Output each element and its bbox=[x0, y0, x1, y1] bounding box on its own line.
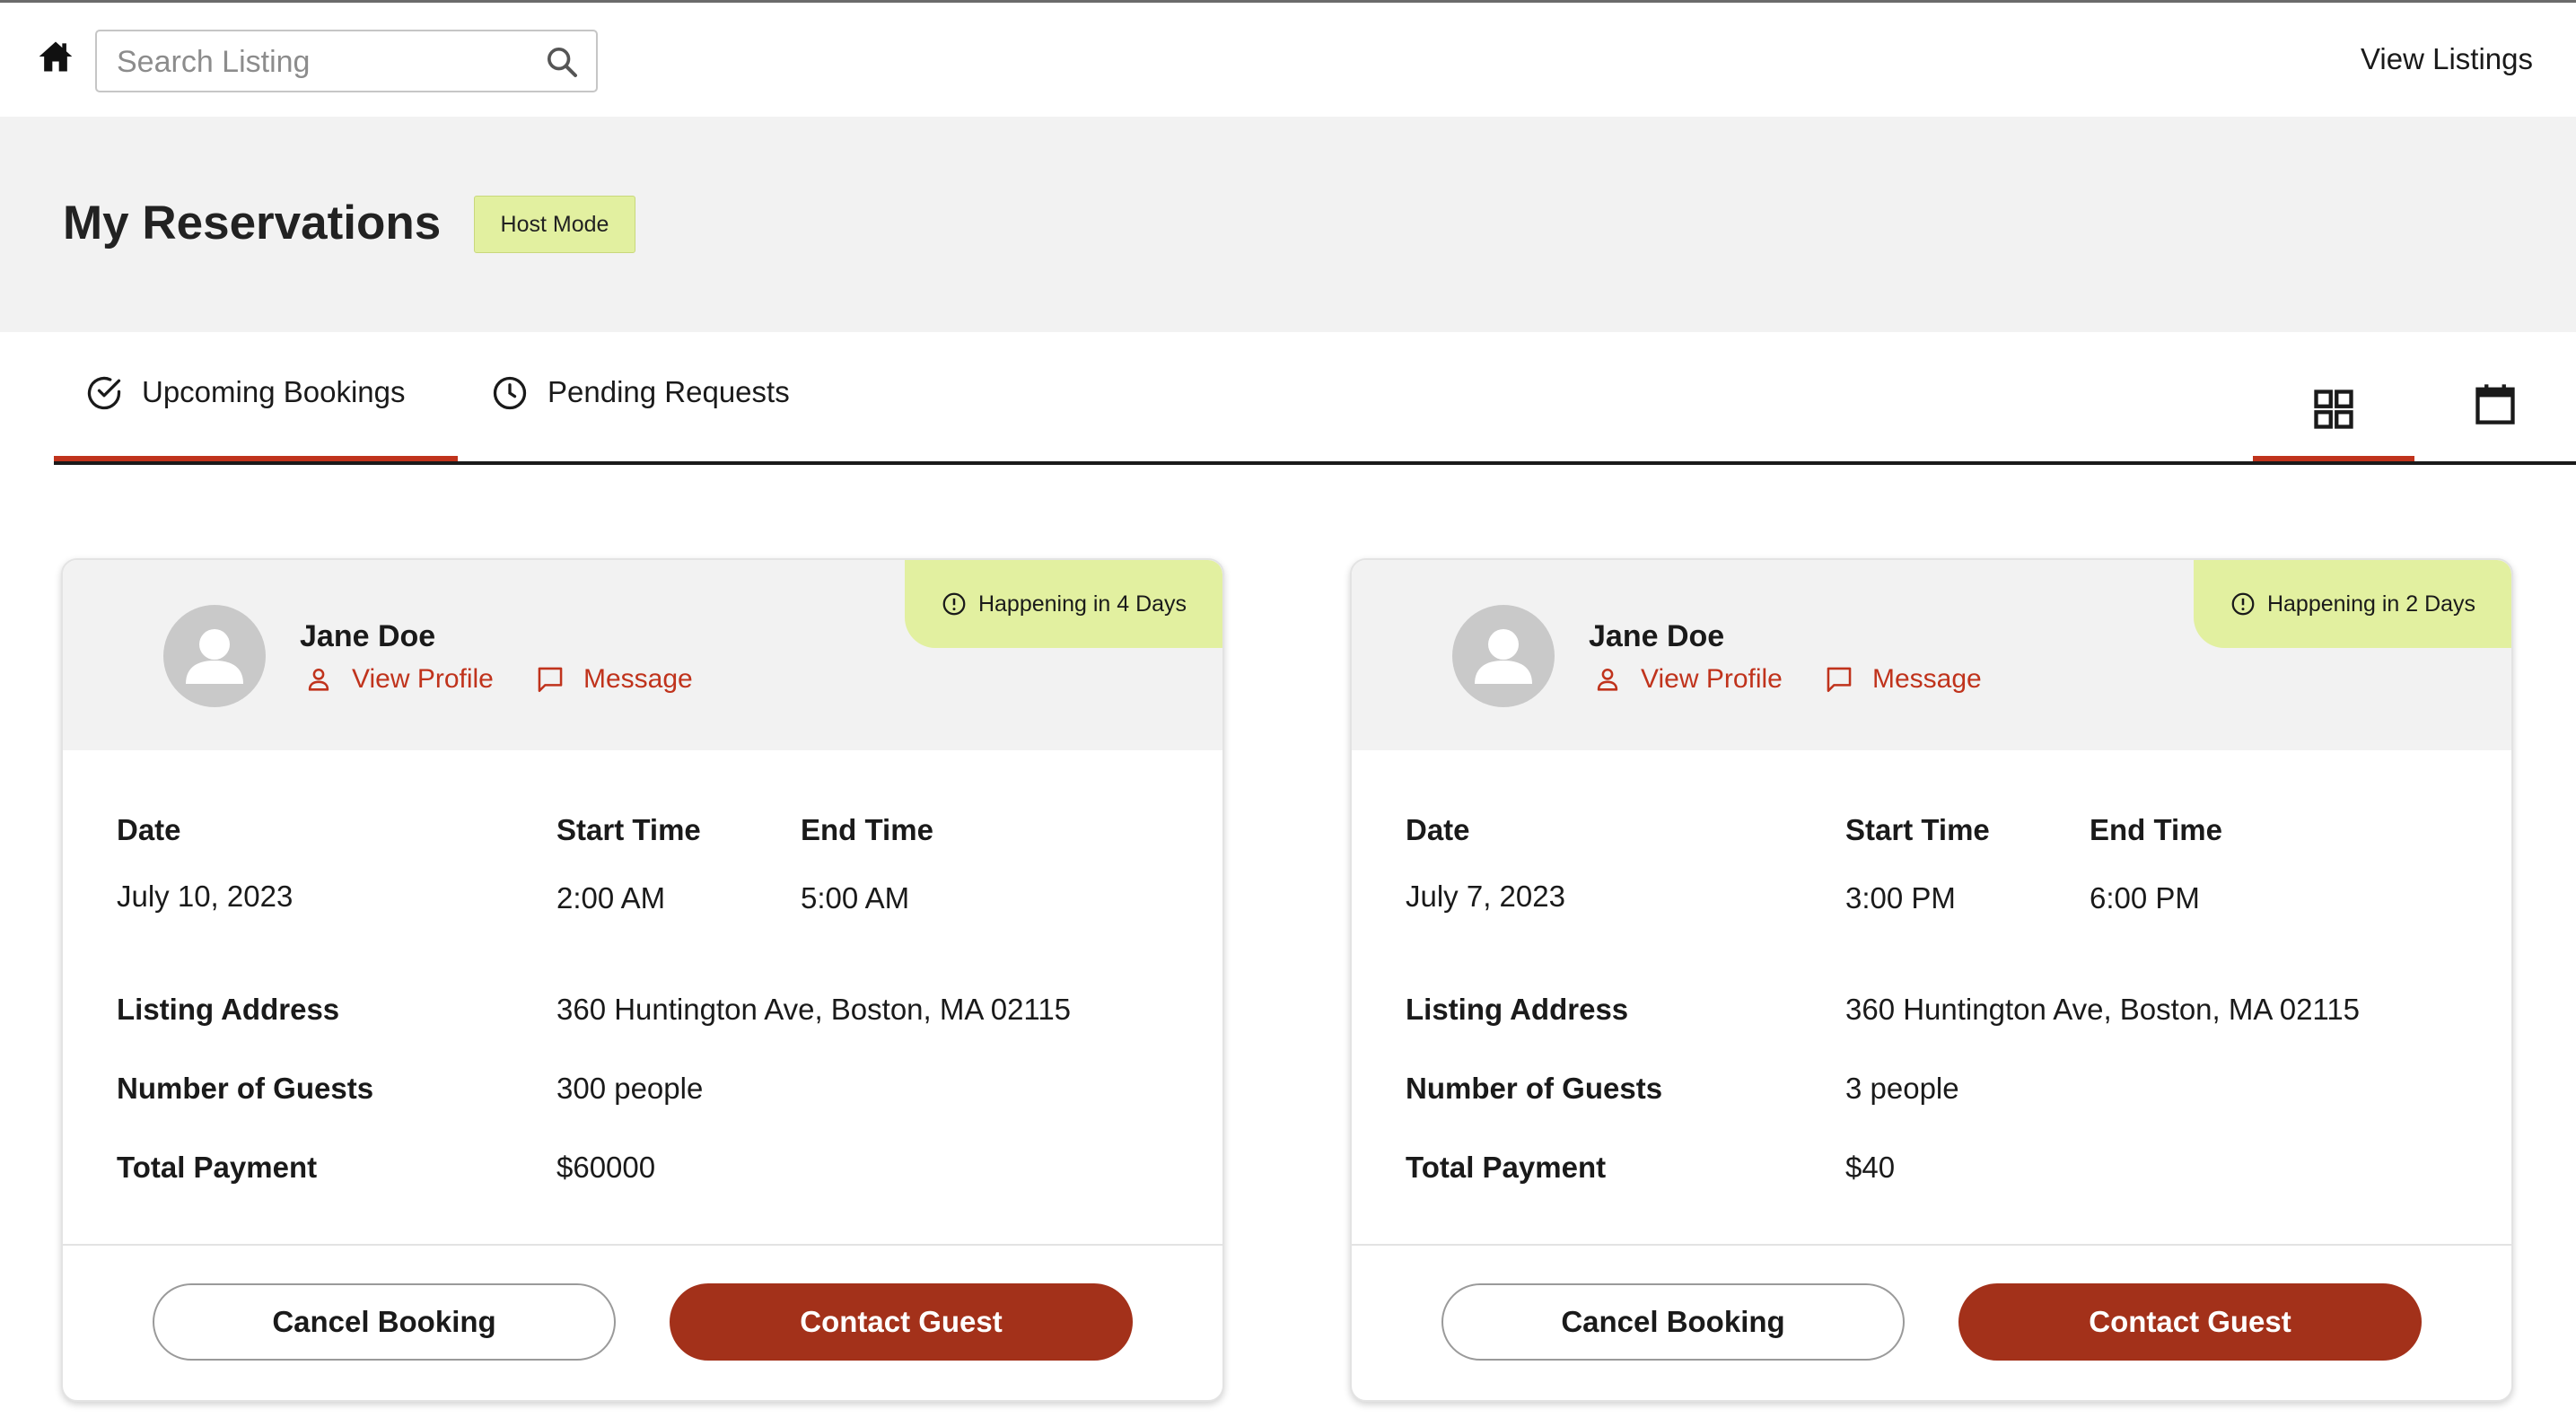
total-payment-value: $60000 bbox=[556, 1151, 656, 1184]
tab-upcoming-bookings[interactable]: Upcoming Bookings bbox=[84, 375, 406, 465]
clock-icon bbox=[493, 376, 527, 410]
alert-circle-icon bbox=[2231, 592, 2255, 616]
contact-guest-button[interactable]: Contact Guest bbox=[1958, 1283, 2422, 1361]
person-outline-icon bbox=[1597, 668, 1618, 691]
avatar[interactable] bbox=[163, 605, 266, 707]
top-nav: View Listings bbox=[0, 0, 2576, 117]
date-value: July 10, 2023 bbox=[117, 880, 294, 913]
contact-guest-button[interactable]: Contact Guest bbox=[670, 1283, 1133, 1361]
message-link[interactable]: Message bbox=[1824, 664, 1982, 695]
view-listings-link[interactable]: View Listings bbox=[2361, 42, 2533, 76]
booking-card: Jane Doe View Profile Message Happening … bbox=[1350, 558, 2513, 1402]
page-title: My Reservations bbox=[63, 197, 442, 249]
guests-label: Number of Guests bbox=[1406, 1072, 1663, 1105]
tab-label: Upcoming Bookings bbox=[142, 375, 406, 408]
person-outline-icon bbox=[308, 668, 329, 691]
total-payment-label: Total Payment bbox=[1406, 1151, 1607, 1184]
end-time-value: 6:00 PM bbox=[2090, 881, 2200, 915]
tabs-divider bbox=[54, 461, 2576, 465]
start-time-value: 2:00 AM bbox=[556, 881, 666, 915]
avatar[interactable] bbox=[1452, 605, 1555, 707]
end-time-label: End Time bbox=[801, 813, 933, 846]
countdown-badge: Happening in 4 Days bbox=[905, 560, 1222, 648]
listing-address-label: Listing Address bbox=[117, 993, 340, 1026]
guests-value: 3 people bbox=[1845, 1072, 1959, 1105]
countdown-text: Happening in 4 Days bbox=[977, 591, 1187, 617]
tab-label: Pending Requests bbox=[548, 375, 790, 408]
person-icon bbox=[186, 629, 243, 684]
view-profile-link[interactable]: View Profile bbox=[303, 664, 494, 695]
countdown-text: Happening in 2 Days bbox=[2266, 591, 2476, 617]
guest-name: Jane Doe bbox=[1589, 619, 1725, 653]
host-mode-badge[interactable]: Host Mode bbox=[474, 196, 635, 253]
view-profile-label: View Profile bbox=[1641, 664, 1783, 694]
countdown-badge: Happening in 2 Days bbox=[2194, 560, 2511, 648]
booking-card: Jane Doe View Profile Message Happening … bbox=[61, 558, 1224, 1402]
start-time-label: Start Time bbox=[1845, 813, 1990, 846]
page-header: My Reservations Host Mode bbox=[0, 117, 2576, 332]
date-label: Date bbox=[117, 813, 181, 846]
alert-circle-icon bbox=[942, 592, 966, 616]
total-payment-value: $40 bbox=[1845, 1151, 1896, 1184]
person-icon bbox=[1475, 629, 1532, 684]
listing-address-value: 360 Huntington Ave, Boston, MA 02115 bbox=[556, 993, 1072, 1026]
end-time-label: End Time bbox=[2090, 813, 2222, 846]
search-box bbox=[95, 30, 598, 92]
search-input[interactable] bbox=[117, 40, 530, 83]
date-value: July 7, 2023 bbox=[1406, 880, 1565, 913]
end-time-value: 5:00 AM bbox=[801, 881, 910, 915]
cancel-booking-button[interactable]: Cancel Booking bbox=[153, 1283, 616, 1361]
card-header: Jane Doe View Profile Message Happening … bbox=[63, 560, 1222, 750]
chat-bubble-icon bbox=[1827, 667, 1852, 693]
view-profile-label: View Profile bbox=[352, 664, 494, 694]
search-icon[interactable] bbox=[544, 44, 580, 80]
calendar-view-icon[interactable] bbox=[2472, 379, 2519, 429]
message-label: Message bbox=[583, 664, 693, 694]
start-time-label: Start Time bbox=[556, 813, 701, 846]
guest-name: Jane Doe bbox=[300, 619, 436, 653]
card-divider bbox=[1352, 1244, 2511, 1246]
guests-value: 300 people bbox=[556, 1072, 704, 1105]
grid-view-icon[interactable] bbox=[2310, 384, 2357, 434]
check-circle-icon bbox=[87, 376, 121, 410]
card-header: Jane Doe View Profile Message Happening … bbox=[1352, 560, 2511, 750]
total-payment-label: Total Payment bbox=[117, 1151, 318, 1184]
view-profile-link[interactable]: View Profile bbox=[1592, 664, 1783, 695]
start-time-value: 3:00 PM bbox=[1845, 881, 1956, 915]
tabs-bar: Upcoming Bookings Pending Requests bbox=[54, 332, 2576, 465]
tab-pending-requests[interactable]: Pending Requests bbox=[490, 375, 790, 465]
chat-bubble-icon bbox=[538, 667, 563, 693]
date-label: Date bbox=[1406, 813, 1470, 846]
message-label: Message bbox=[1872, 664, 1982, 694]
card-divider bbox=[63, 1244, 1222, 1246]
listing-address-label: Listing Address bbox=[1406, 993, 1629, 1026]
guests-label: Number of Guests bbox=[117, 1072, 374, 1105]
message-link[interactable]: Message bbox=[535, 664, 693, 695]
home-icon[interactable] bbox=[36, 37, 75, 76]
cancel-booking-button[interactable]: Cancel Booking bbox=[1441, 1283, 1905, 1361]
listing-address-value: 360 Huntington Ave, Boston, MA 02115 bbox=[1845, 993, 2361, 1026]
